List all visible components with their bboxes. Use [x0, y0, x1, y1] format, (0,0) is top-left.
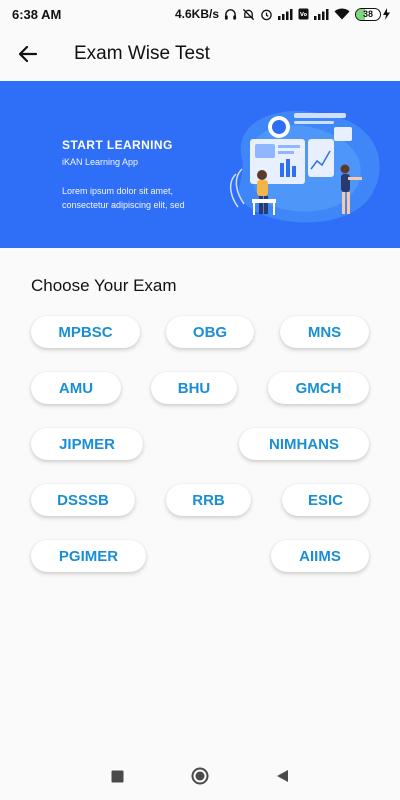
status-time: 6:38 AM	[12, 6, 62, 22]
signal-icon	[278, 8, 293, 20]
exam-chip-aiims[interactable]: AIIMS	[271, 540, 369, 572]
alarm-icon	[260, 8, 273, 21]
exam-chip-nimhans[interactable]: NIMHANS	[239, 428, 369, 460]
exam-chip-mns[interactable]: MNS	[280, 316, 369, 348]
section-title: Choose Your Exam	[31, 276, 177, 295]
banner-body: Lorem ipsum dolor sit amet, consectetur …	[62, 186, 185, 210]
exam-chip-esic[interactable]: ESIC	[282, 484, 369, 516]
circle-icon	[191, 767, 209, 785]
exam-chip-bhu[interactable]: BHU	[151, 372, 237, 404]
exam-chip-dsssb[interactable]: DSSSB	[31, 484, 135, 516]
exam-chip-mpbsc[interactable]: MPBSC	[31, 316, 140, 348]
system-back-button[interactable]	[262, 756, 302, 796]
exam-chip-gmch[interactable]: GMCH	[268, 372, 369, 404]
banner-title: START LEARNING	[62, 138, 173, 152]
triangle-back-icon	[276, 770, 288, 782]
exam-chip-obg[interactable]: OBG	[166, 316, 254, 348]
square-icon	[111, 770, 123, 782]
signal-2-icon	[314, 8, 329, 20]
banner-text: START LEARNING iKAN Learning App Lorem i…	[62, 138, 212, 212]
exam-chip-amu[interactable]: AMU	[31, 372, 121, 404]
learning-illustration	[229, 111, 380, 223]
status-bar: 6:38 AM 4.6KB/s Vo 38	[0, 0, 400, 28]
system-nav-bar	[0, 752, 400, 800]
hero-banner: START LEARNING iKAN Learning App Lorem i…	[0, 81, 400, 248]
volte-icon: Vo	[298, 8, 309, 20]
recents-button[interactable]	[97, 756, 137, 796]
mute-bell-icon	[242, 8, 255, 21]
exam-chip-jipmer[interactable]: JIPMER	[31, 428, 143, 460]
headphones-icon	[224, 8, 237, 21]
battery-level: 38	[362, 9, 373, 19]
page-title: Exam Wise Test	[74, 43, 210, 64]
wifi-icon	[334, 8, 350, 20]
home-button[interactable]	[180, 756, 220, 796]
network-speed: 4.6KB/s	[174, 7, 219, 21]
app-bar: Exam Wise Test	[0, 28, 400, 80]
exam-chip-pgimer[interactable]: PGIMER	[31, 540, 146, 572]
status-icons: 4.6KB/s Vo 38	[175, 7, 390, 21]
back-button[interactable]	[0, 28, 56, 80]
svg-text:Vo: Vo	[300, 12, 308, 18]
banner-subtitle: iKAN Learning App	[62, 157, 139, 167]
arrow-left-icon	[18, 45, 38, 63]
battery-icon: 38	[355, 7, 390, 21]
exam-chip-rrb[interactable]: RRB	[166, 484, 251, 516]
